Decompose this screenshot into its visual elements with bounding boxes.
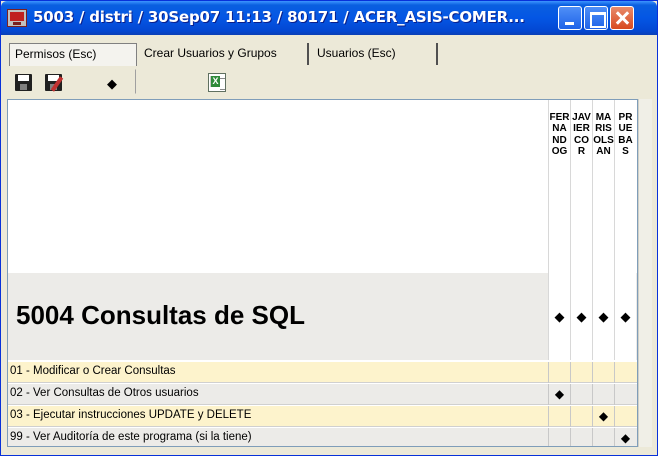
permission-row[interactable]: 99 - Ver Auditoría de este programa (si … xyxy=(8,428,637,446)
window-title: 5003 / distri / 30Sep07 11:13 / 80171 / … xyxy=(33,8,525,26)
permission-cell[interactable]: ◆ xyxy=(614,428,636,446)
section-permission-cell[interactable]: ◆ xyxy=(548,273,570,360)
excel-export-icon: X xyxy=(208,73,226,92)
user-column-header[interactable]: FERNANDOG xyxy=(548,100,570,273)
maximize-button[interactable] xyxy=(584,6,608,30)
permission-cell[interactable] xyxy=(548,406,570,427)
grid-header-blank xyxy=(8,100,548,273)
permission-label: 03 - Ejecutar instrucciones UPDATE y DEL… xyxy=(10,409,252,421)
permission-cell[interactable] xyxy=(592,428,614,446)
minimize-button[interactable] xyxy=(558,6,582,30)
permissions-grid: FERNANDOG JAVIERCOR MARISOLSAN PRUEBAS 5… xyxy=(7,99,638,447)
permission-row[interactable]: 01 - Modificar o Crear Consultas xyxy=(8,362,637,383)
permission-cell[interactable] xyxy=(570,406,592,427)
section-permission-cell[interactable]: ◆ xyxy=(614,273,636,360)
close-button[interactable] xyxy=(610,6,634,30)
diamond-icon: ◆ xyxy=(107,76,117,91)
permission-cell[interactable] xyxy=(570,362,592,383)
tab-crear-usuarios-y-grupos[interactable]: Crear Usuarios y Grupos xyxy=(139,43,309,65)
app-icon xyxy=(7,9,27,27)
permission-cell[interactable] xyxy=(614,406,636,427)
save-as-icon xyxy=(45,74,64,92)
permission-cell[interactable]: ◆ xyxy=(548,384,570,405)
section-title: 5004 Consultas de SQL xyxy=(16,300,305,330)
save-as-button[interactable] xyxy=(41,69,66,94)
permission-cell[interactable] xyxy=(614,384,636,405)
tab-permisos[interactable]: Permisos (Esc) xyxy=(9,43,137,66)
permission-cell[interactable]: ◆ xyxy=(592,406,614,427)
permission-label: 01 - Modificar o Crear Consultas xyxy=(10,365,176,377)
permission-cell[interactable] xyxy=(592,362,614,383)
permission-label: 02 - Ver Consultas de Otros usuarios xyxy=(10,387,199,399)
toggle-permission-button[interactable]: ◆ xyxy=(91,69,131,94)
permission-cell[interactable] xyxy=(548,428,570,446)
blank-toolbar-button[interactable] xyxy=(135,69,175,94)
permission-row[interactable]: 02 - Ver Consultas de Otros usuarios ◆ xyxy=(8,384,637,405)
permission-cell[interactable] xyxy=(570,384,592,405)
permission-cell[interactable] xyxy=(548,362,570,383)
application-window: 5003 / distri / 30Sep07 11:13 / 80171 / … xyxy=(0,0,658,456)
user-column-header[interactable]: JAVIERCOR xyxy=(570,100,592,273)
tab-usuarios[interactable]: Usuarios (Esc) xyxy=(312,43,438,65)
toolbar: ◆ X xyxy=(5,67,650,97)
save-icon xyxy=(15,74,32,91)
title-bar[interactable]: 5003 / distri / 30Sep07 11:13 / 80171 / … xyxy=(1,1,657,35)
user-column-header[interactable]: PRUEBAS xyxy=(614,100,636,273)
permission-cell[interactable] xyxy=(592,384,614,405)
permission-row[interactable]: 03 - Ejecutar instrucciones UPDATE y DEL… xyxy=(8,406,637,427)
save-button[interactable] xyxy=(11,69,36,94)
section-permission-cell[interactable]: ◆ xyxy=(592,273,614,360)
permission-label: 99 - Ver Auditoría de este programa (si … xyxy=(10,431,252,443)
section-permission-cell[interactable]: ◆ xyxy=(570,273,592,360)
user-column-header[interactable]: MARISOLSAN xyxy=(592,100,614,273)
vertical-scrollbar[interactable] xyxy=(638,99,652,447)
permission-cell[interactable] xyxy=(614,362,636,383)
permission-cell[interactable] xyxy=(570,428,592,446)
excel-export-button[interactable]: X xyxy=(201,69,229,94)
